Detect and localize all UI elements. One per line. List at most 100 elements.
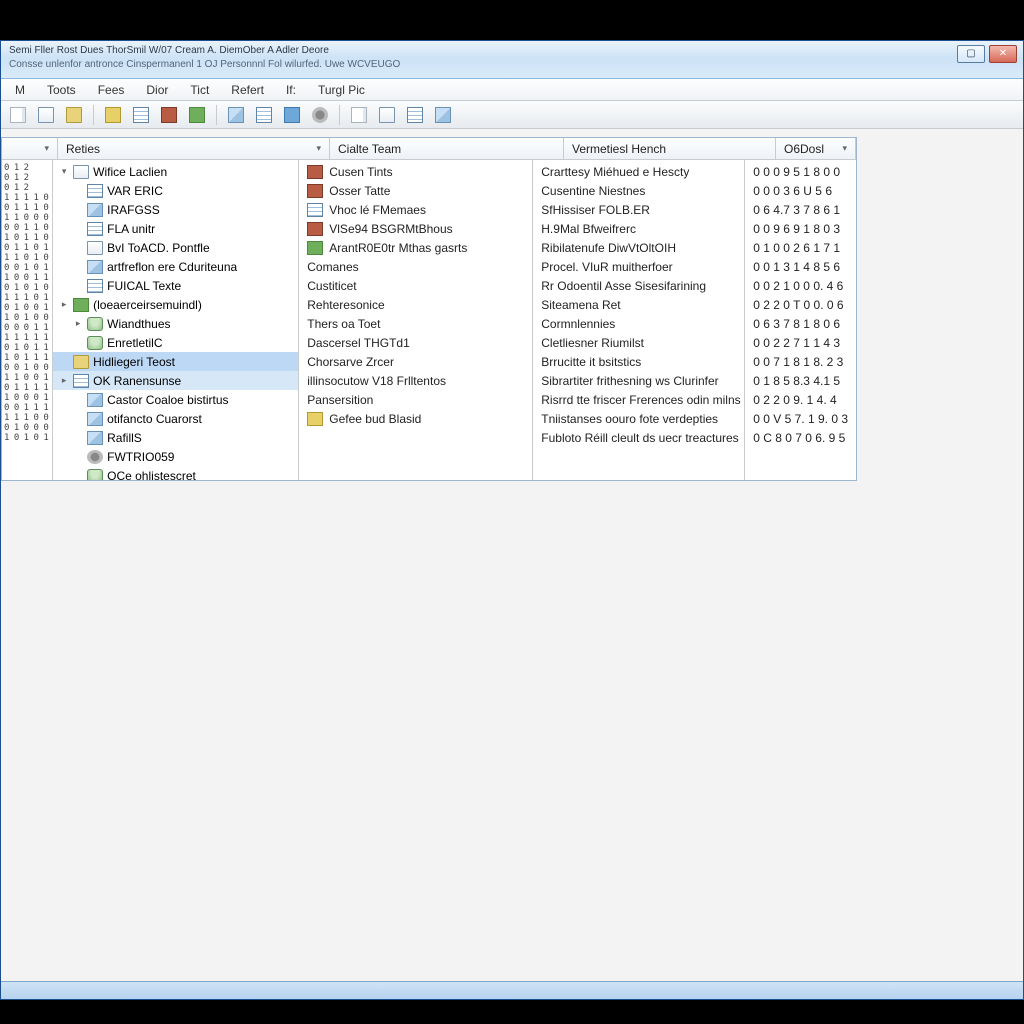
tree-item[interactable]: OCe ohlistescret [53,466,298,480]
tree-item[interactable]: RafillS [53,428,298,447]
tree-panel: ▾Wifice LaclienVAR ERICIRAFGSS FLA unitr B… [53,160,299,480]
menu-item[interactable]: Tict [180,81,219,99]
menu-item[interactable]: If: [276,81,306,99]
list-item[interactable]: Chorsarve Zrcer [299,352,532,371]
menu-item[interactable]: Turgl Pic [308,81,375,99]
list-desc: Rr Odoentil Asse Sisesifarining [533,276,744,295]
tree-item[interactable]: Castor Coaloe bistirtus [53,390,298,409]
menu-item[interactable]: M [5,81,35,99]
list-item[interactable]: Gefee bud Blasid [299,409,532,428]
list-item[interactable]: Osser Tatte [299,181,532,200]
col-header-desc[interactable]: Vermetiesl Hench [564,138,776,159]
doc-icon [379,107,395,123]
list-item-label: Cusen Tints [329,165,392,179]
toolbar-button[interactable] [7,104,29,126]
tree-item-label: Wiandthues [107,317,170,331]
list-item-label: Osser Tatte [329,184,390,198]
tree-item-label: FLA unitr [107,222,155,236]
toolbar-button[interactable] [432,104,454,126]
statusbar [1,981,1023,999]
list-item[interactable]: Rehteresonice [299,295,532,314]
col-header-name[interactable]: Cialte Team [330,138,564,159]
tree-item[interactable]: VAR ERIC [53,181,298,200]
list-item[interactable]: ArantR0E0tr Mthas gasrts [299,238,532,257]
toolbar-button[interactable] [281,104,303,126]
tree-item-label: BvI ToACD. Pontfle [107,241,210,255]
list-item[interactable]: Custiticet [299,276,532,295]
list-item-label: Pansersition [307,393,373,407]
tree-item-icon [87,336,103,350]
list-desc: Ribilatenufe DiwVtOltOIH [533,238,744,257]
list-item[interactable]: illinsocutow V18 Frlltentos [299,371,532,390]
list-id: 0 1 0 0 2 6 1 7 1 [745,238,856,257]
menu-item[interactable]: Dior [136,81,178,99]
tree-item[interactable]: FUICAL Texte [53,276,298,295]
toolbar-button[interactable] [35,104,57,126]
tree-item-label: Hidliegeri Teost [93,355,175,369]
list-desc: Cusentine Niestnes [533,181,744,200]
list-item[interactable]: Vhoc lé FMemaes [299,200,532,219]
toolbar-button[interactable] [253,104,275,126]
toolbar-button[interactable] [348,104,370,126]
gutter-column: 0 1 2 0 1 2 0 1 2 1 1 1 1 0 0 1 1 1 0 1 … [2,160,53,480]
list-item[interactable]: Comanes [299,257,532,276]
list-item-label: Comanes [307,260,358,274]
toolbar-separator [216,105,217,125]
list-desc: Sibrartiter frithesning ws Clurinfer [533,371,744,390]
expand-arrow-icon: ▾ [59,166,69,177]
toolbar-button[interactable] [102,104,124,126]
menu-item[interactable]: Fees [88,81,135,99]
tree-item[interactable]: FWTRIO059 [53,447,298,466]
tree-item-label: RafillS [107,431,142,445]
list-desc: Crarttesy Miéhued e Hescty [533,162,744,181]
list-item[interactable]: Dascersel THGTd1 [299,333,532,352]
tree-item[interactable]: Hidliegeri Teost [53,352,298,371]
toolbar-button[interactable] [186,104,208,126]
list-item[interactable]: VlSe94 BSGRMtBhous [299,219,532,238]
col-header-id[interactable]: O6Dosl [776,138,856,159]
tree-item[interactable]: IRAFGSS [53,200,298,219]
minimize-button[interactable]: ▢ [957,45,985,63]
list-id: 0 0 9 6 9 1 8 0 3 [745,219,856,238]
toolbar-button[interactable] [404,104,426,126]
toolbar-button[interactable] [63,104,85,126]
tree-item[interactable]: ▸(loeaerceirsemuindl) [53,295,298,314]
tree-item-label: artfreflon ere Cduriteuna [107,260,237,274]
col-header-tree[interactable]: Reties [58,138,330,159]
title-line-2: Consse unlenfor antronce Cinspermanenl 1… [9,58,1015,72]
list-item[interactable]: Cusen Tints [299,162,532,181]
tree-item-icon [87,469,103,481]
toolbar-button[interactable] [158,104,180,126]
tree-item[interactable]: BvI ToACD. Pontfle [53,238,298,257]
menu-item[interactable]: Toots [37,81,86,99]
tree-item[interactable]: EnretletilC [53,333,298,352]
tool-icon [105,107,121,123]
toolbar-button[interactable] [309,104,331,126]
list-item[interactable]: Thers oa Toet [299,314,532,333]
tree-item[interactable]: artfreflon ere Cduriteuna [53,257,298,276]
list-item[interactable]: Pansersition [299,390,532,409]
toolbar-separator [93,105,94,125]
list-desc: H.9Mal Bfweifrerc [533,219,744,238]
blue-icon [284,107,300,123]
tree-item-label: otifancto Cuarorst [107,412,202,426]
tree-item[interactable]: FLA unitr [53,219,298,238]
list-id: 0 0 2 2 7 1 1 4 3 [745,333,856,352]
list-desc: Siteamena Ret [533,295,744,314]
list-item-label: Vhoc lé FMemaes [329,203,426,217]
tree-item[interactable]: otifancto Cuarorst [53,409,298,428]
toolbar-separator [339,105,340,125]
tree-item[interactable]: ▾Wifice Laclien [53,162,298,181]
toolbar-button[interactable] [376,104,398,126]
col-header-filter[interactable] [2,138,58,159]
tree-item-icon [87,431,103,445]
tree-item-icon [73,298,89,312]
menu-item[interactable]: Refert [221,81,274,99]
list-desc: Procel. VIuR muitherfoer [533,257,744,276]
close-button[interactable]: ✕ [989,45,1017,63]
list-id: 0 2 2 0 9. 1 4. 4 [745,390,856,409]
toolbar-button[interactable] [225,104,247,126]
toolbar-button[interactable] [130,104,152,126]
tree-item[interactable]: ▸Wiandthues [53,314,298,333]
tree-item[interactable]: ▸OK Ranensunse [53,371,298,390]
